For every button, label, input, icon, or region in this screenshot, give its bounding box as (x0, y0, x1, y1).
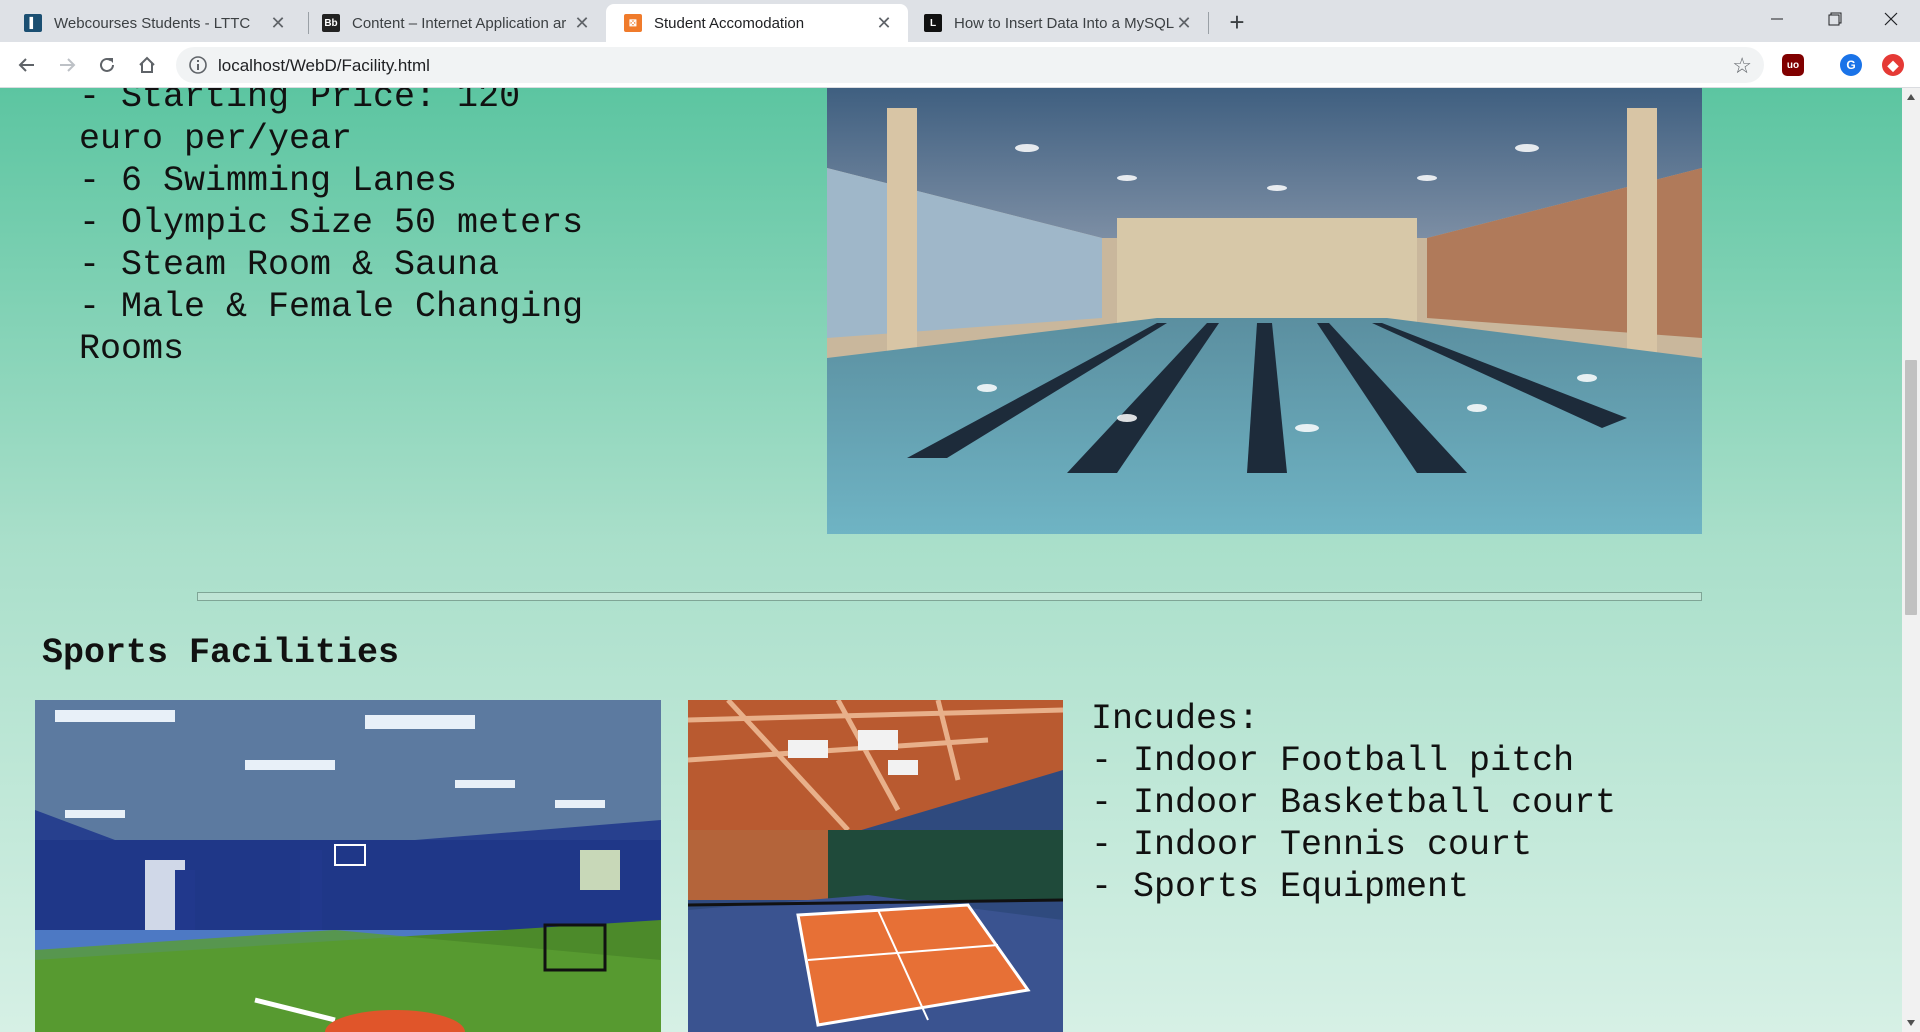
pool-line: - Steam Room & Sauna (79, 245, 500, 285)
webcourses-icon: ▌ (24, 14, 42, 32)
address-bar[interactable]: localhost/WebD/Facility.html ☆ (176, 47, 1764, 83)
minimize-icon (1771, 18, 1783, 20)
tab-title: Content – Internet Application ar (352, 14, 567, 32)
tab-title: Webcourses Students - LTTC (54, 14, 251, 32)
close-tab-icon[interactable]: ✕ (874, 13, 894, 34)
tab-content[interactable]: Bb Content – Internet Application ar ✕ (304, 4, 606, 42)
reload-button[interactable] (92, 50, 122, 80)
forward-arrow-icon (60, 58, 76, 72)
sports-description: Incudes: - Indoor Football pitch - Indoo… (1091, 698, 1616, 908)
extension-icon[interactable]: ◆ (1882, 54, 1904, 76)
swimming-pool-photo (827, 88, 1702, 534)
tab-mysql[interactable]: L How to Insert Data Into a MySQL ✕ (906, 4, 1208, 42)
close-tab-icon[interactable]: ✕ (572, 13, 592, 34)
tab-strip: ▌ Webcourses Students - LTTC ✕ Bb Conten… (0, 0, 1920, 42)
scroll-up-icon[interactable] (1907, 94, 1915, 100)
lifewire-icon: L (924, 14, 942, 32)
new-tab-button[interactable]: + (1220, 6, 1254, 40)
back-arrow-icon (18, 58, 34, 72)
tab-title: Student Accomodation (654, 14, 805, 32)
sports-line: - Indoor Football pitch (1091, 741, 1575, 781)
close-window-icon (1884, 12, 1898, 26)
pool-line: euro per/year (79, 119, 353, 159)
url-text[interactable]: localhost/WebD/Facility.html (218, 56, 430, 76)
tab-webcourses[interactable]: ▌ Webcourses Students - LTTC ✕ (6, 4, 302, 42)
info-icon[interactable] (188, 55, 208, 75)
close-tab-icon[interactable]: ✕ (268, 13, 288, 34)
reload-icon (100, 57, 114, 72)
tab-student-accomodation[interactable]: ⊠ Student Accomodation ✕ (606, 4, 908, 42)
back-button[interactable] (12, 50, 42, 80)
blackboard-icon: Bb (322, 14, 340, 32)
sports-line: - Indoor Basketball court (1091, 783, 1617, 823)
sports-line: - Sports Equipment (1091, 867, 1470, 907)
restore-icon (1828, 12, 1842, 26)
tennis-court-photo (688, 700, 1063, 1032)
pool-line: - 6 Swimming Lanes (79, 161, 458, 201)
indoor-gym-photo (35, 700, 661, 1032)
tab-title: How to Insert Data Into a MySQL (954, 14, 1174, 32)
browser-toolbar: localhost/WebD/Facility.html ☆ uo G ◆ (0, 42, 1920, 88)
pool-line: - Starting Price: 120 (79, 88, 521, 117)
sports-facilities-heading: Sports Facilities (42, 633, 400, 673)
pool-description: - Starting Price: 120 euro per/year - 6 … (79, 88, 639, 370)
close-window-button[interactable] (1862, 0, 1920, 38)
page-content: - Starting Price: 120 euro per/year - 6 … (0, 88, 1902, 1032)
section-divider (197, 592, 1702, 601)
pool-line: - Olympic Size 50 meters (79, 203, 584, 243)
sports-line: - Indoor Tennis court (1091, 825, 1533, 865)
scroll-down-icon[interactable] (1907, 1020, 1915, 1026)
minimize-button[interactable] (1748, 0, 1806, 38)
forward-button[interactable] (52, 50, 82, 80)
home-button[interactable] (132, 50, 162, 80)
pool-line: - Male & Female Changing (79, 287, 584, 327)
tab-separator (1208, 12, 1209, 34)
scrollbar-thumb[interactable] (1905, 360, 1917, 615)
xampp-icon: ⊠ (624, 14, 642, 32)
pool-line: Rooms (79, 329, 185, 369)
close-tab-icon[interactable]: ✕ (1174, 13, 1194, 34)
sports-line: Incudes: (1091, 699, 1260, 739)
home-icon (139, 56, 155, 73)
bookmark-star-icon[interactable]: ☆ (1732, 53, 1752, 79)
ublock-icon[interactable]: uo (1782, 54, 1804, 76)
page-scrollbar[interactable] (1902, 88, 1920, 1032)
restore-button[interactable] (1806, 0, 1864, 38)
profile-avatar[interactable]: G (1840, 54, 1862, 76)
